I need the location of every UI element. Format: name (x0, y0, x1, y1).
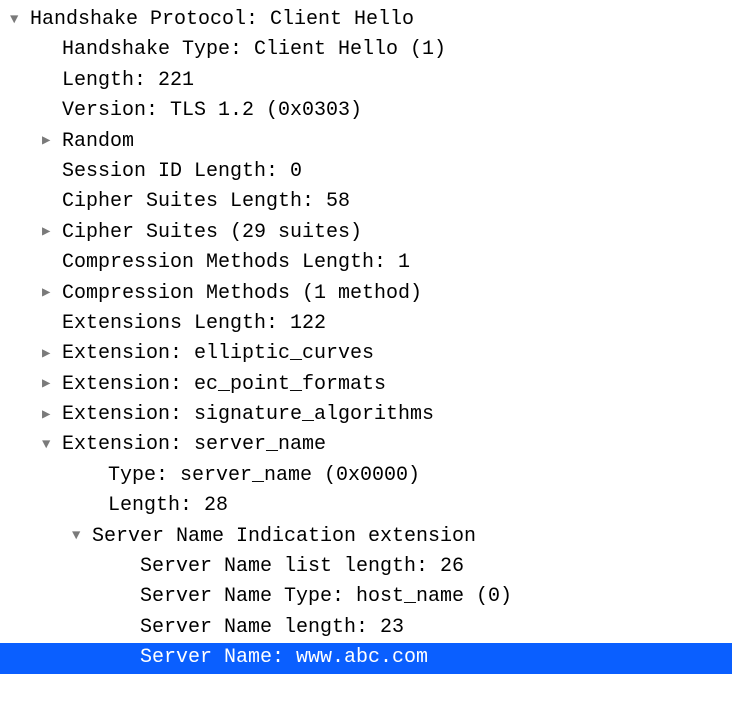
tree-label: Session ID Length: 0 (62, 157, 302, 187)
tree-row-extension-ec-point-formats[interactable]: Extension: ec_point_formats (0, 370, 732, 400)
tree-row-handshake-type[interactable]: Handshake Type: Client Hello (1) (0, 35, 732, 65)
tree-row-length[interactable]: Length: 221 (0, 66, 732, 96)
disclosure-triangle-right-icon[interactable] (42, 405, 62, 426)
disclosure-triangle-right-icon[interactable] (42, 222, 62, 243)
tree-row-sni-length[interactable]: Length: 28 (0, 491, 732, 521)
tree-label: Version: TLS 1.2 (0x0303) (62, 96, 362, 126)
tree-label: Length: 221 (62, 66, 194, 96)
tree-label: Server Name Indication extension (92, 522, 476, 552)
tree-row-sni-type[interactable]: Type: server_name (0x0000) (0, 461, 732, 491)
tree-row-extension-server-name[interactable]: Extension: server_name (0, 430, 732, 460)
tree-label: Extension: elliptic_curves (62, 339, 374, 369)
tree-row-handshake-protocol[interactable]: Handshake Protocol: Client Hello (0, 5, 732, 35)
tree-label: Random (62, 127, 134, 157)
tree-row-sni-extension[interactable]: Server Name Indication extension (0, 522, 732, 552)
tree-label: Extensions Length: 122 (62, 309, 326, 339)
disclosure-triangle-right-icon[interactable] (42, 344, 62, 365)
tree-row-version[interactable]: Version: TLS 1.2 (0x0303) (0, 96, 732, 126)
tree-row-extension-signature-algorithms[interactable]: Extension: signature_algorithms (0, 400, 732, 430)
tree-row-extensions-length[interactable]: Extensions Length: 122 (0, 309, 732, 339)
tree-label: Length: 28 (108, 491, 228, 521)
tree-label: Server Name Type: host_name (0) (140, 582, 512, 612)
tree-label: Compression Methods Length: 1 (62, 248, 410, 278)
tree-row-extension-elliptic-curves[interactable]: Extension: elliptic_curves (0, 339, 732, 369)
tree-label: Compression Methods (1 method) (62, 279, 422, 309)
tree-row-sni-name-type[interactable]: Server Name Type: host_name (0) (0, 582, 732, 612)
tree-row-random[interactable]: Random (0, 127, 732, 157)
tree-row-cipher-suites[interactable]: Cipher Suites (29 suites) (0, 218, 732, 248)
tree-label: Server Name list length: 26 (140, 552, 464, 582)
tree-row-cipher-suites-length[interactable]: Cipher Suites Length: 58 (0, 187, 732, 217)
tree-label: Cipher Suites Length: 58 (62, 187, 350, 217)
disclosure-triangle-right-icon[interactable] (42, 374, 62, 395)
disclosure-triangle-right-icon[interactable] (42, 131, 62, 152)
tree-row-compression-methods-length[interactable]: Compression Methods Length: 1 (0, 248, 732, 278)
tree-label: Type: server_name (0x0000) (108, 461, 420, 491)
tree-label: Extension: signature_algorithms (62, 400, 434, 430)
tree-label: Handshake Type: Client Hello (1) (62, 35, 446, 65)
tree-row-sni-name-length[interactable]: Server Name length: 23 (0, 613, 732, 643)
disclosure-triangle-down-icon[interactable] (42, 435, 62, 456)
tree-row-session-id-length[interactable]: Session ID Length: 0 (0, 157, 732, 187)
tree-label: Cipher Suites (29 suites) (62, 218, 362, 248)
disclosure-triangle-down-icon[interactable] (72, 526, 92, 547)
tree-row-compression-methods[interactable]: Compression Methods (1 method) (0, 279, 732, 309)
disclosure-triangle-right-icon[interactable] (42, 283, 62, 304)
tree-label: Server Name length: 23 (140, 613, 404, 643)
tree-label: Handshake Protocol: Client Hello (30, 5, 414, 35)
tree-label: Extension: server_name (62, 430, 326, 460)
tree-label: Server Name: www.abc.com (0, 643, 428, 673)
tree-label: Extension: ec_point_formats (62, 370, 386, 400)
disclosure-triangle-down-icon[interactable] (10, 10, 30, 31)
tree-row-sni-server-name-selected[interactable]: Server Name: www.abc.com (0, 643, 732, 673)
tree-row-sni-list-length[interactable]: Server Name list length: 26 (0, 552, 732, 582)
